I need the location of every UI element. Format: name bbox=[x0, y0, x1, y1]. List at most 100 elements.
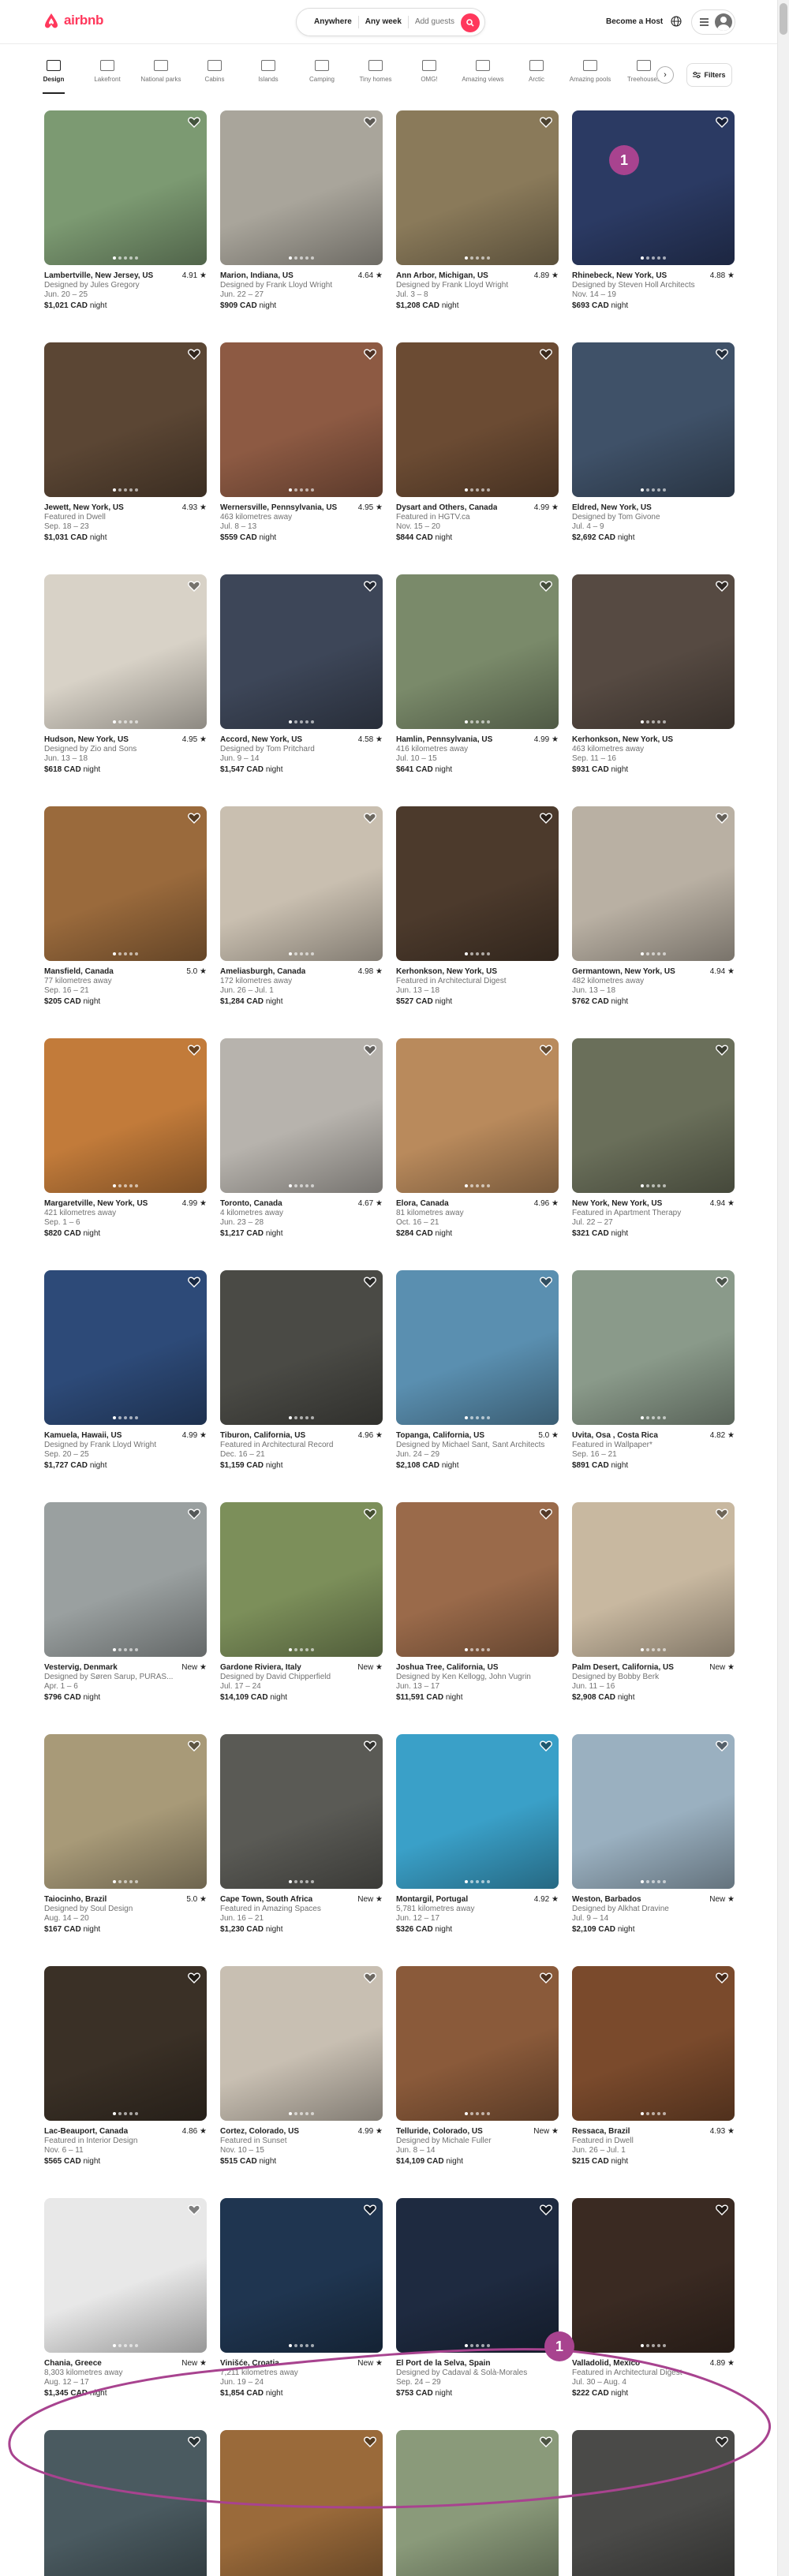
listing-photo[interactable] bbox=[572, 1270, 735, 1425]
photo-pagination-dots[interactable] bbox=[396, 952, 559, 955]
heart-icon[interactable] bbox=[540, 1509, 552, 1520]
listing-photo[interactable] bbox=[572, 1966, 735, 2121]
photo-pagination-dots[interactable] bbox=[396, 1416, 559, 1419]
photo-pagination-dots[interactable] bbox=[44, 1416, 207, 1419]
listing-photo[interactable] bbox=[572, 1038, 735, 1193]
photo-pagination-dots[interactable] bbox=[220, 1416, 383, 1419]
listing-photo[interactable] bbox=[396, 2430, 559, 2576]
photo-pagination-dots[interactable] bbox=[220, 2112, 383, 2115]
search-anywhere[interactable]: Anywhere bbox=[308, 16, 359, 28]
listing-photo[interactable] bbox=[44, 110, 207, 265]
listing-photo[interactable] bbox=[572, 1734, 735, 1889]
heart-icon[interactable] bbox=[716, 1045, 728, 1056]
listing-photo[interactable] bbox=[44, 2198, 207, 2353]
photo-pagination-dots[interactable] bbox=[44, 1880, 207, 1883]
become-host-link[interactable]: Become a Host bbox=[606, 17, 663, 26]
photo-pagination-dots[interactable] bbox=[572, 2344, 735, 2347]
heart-icon[interactable] bbox=[364, 581, 376, 592]
heart-icon[interactable] bbox=[188, 1972, 200, 1983]
search-button[interactable] bbox=[461, 13, 480, 32]
heart-icon[interactable] bbox=[188, 349, 200, 360]
search-bar[interactable]: Anywhere Any week Add guests bbox=[296, 8, 485, 36]
listing-photo[interactable] bbox=[396, 1038, 559, 1193]
listing-photo[interactable] bbox=[44, 2430, 207, 2576]
photo-pagination-dots[interactable] bbox=[44, 720, 207, 723]
photo-pagination-dots[interactable] bbox=[44, 488, 207, 492]
photo-pagination-dots[interactable] bbox=[220, 952, 383, 955]
heart-icon[interactable] bbox=[364, 1740, 376, 1752]
photo-pagination-dots[interactable] bbox=[44, 1184, 207, 1187]
listing-photo[interactable] bbox=[44, 1270, 207, 1425]
heart-icon[interactable] bbox=[540, 1045, 552, 1056]
heart-icon[interactable] bbox=[540, 581, 552, 592]
photo-pagination-dots[interactable] bbox=[220, 720, 383, 723]
photo-pagination-dots[interactable] bbox=[572, 1648, 735, 1651]
photo-pagination-dots[interactable] bbox=[396, 1648, 559, 1651]
listing-photo[interactable] bbox=[572, 342, 735, 497]
listing-photo[interactable] bbox=[44, 1502, 207, 1657]
listing-photo[interactable] bbox=[220, 1734, 383, 1889]
listing-photo[interactable] bbox=[220, 1502, 383, 1657]
heart-icon[interactable] bbox=[364, 1509, 376, 1520]
listing-photo[interactable] bbox=[396, 1270, 559, 1425]
heart-icon[interactable] bbox=[540, 1740, 552, 1752]
page-scrollbar[interactable] bbox=[777, 0, 789, 2576]
listing-photo[interactable] bbox=[572, 806, 735, 961]
photo-pagination-dots[interactable] bbox=[396, 2344, 559, 2347]
listing-photo[interactable] bbox=[220, 2430, 383, 2576]
heart-icon[interactable] bbox=[540, 349, 552, 360]
photo-pagination-dots[interactable] bbox=[220, 1880, 383, 1883]
category-amazing-views[interactable]: Amazing views bbox=[459, 60, 507, 83]
listing-photo[interactable] bbox=[396, 806, 559, 961]
heart-icon[interactable] bbox=[716, 1277, 728, 1288]
photo-pagination-dots[interactable] bbox=[396, 2112, 559, 2115]
heart-icon[interactable] bbox=[540, 2204, 552, 2215]
photo-pagination-dots[interactable] bbox=[220, 1648, 383, 1651]
listing-photo[interactable] bbox=[572, 574, 735, 729]
listing-photo[interactable] bbox=[396, 342, 559, 497]
listing-photo[interactable] bbox=[44, 1038, 207, 1193]
filters-button[interactable]: Filters bbox=[686, 63, 732, 87]
user-menu-button[interactable] bbox=[691, 9, 735, 35]
heart-icon[interactable] bbox=[364, 1972, 376, 1983]
photo-pagination-dots[interactable] bbox=[572, 952, 735, 955]
category-tiny-homes[interactable]: Tiny homes bbox=[352, 60, 399, 83]
globe-icon[interactable] bbox=[671, 16, 682, 27]
photo-pagination-dots[interactable] bbox=[396, 720, 559, 723]
heart-icon[interactable] bbox=[188, 117, 200, 128]
heart-icon[interactable] bbox=[188, 813, 200, 824]
search-add-guests[interactable]: Add guests bbox=[409, 16, 461, 28]
photo-pagination-dots[interactable] bbox=[44, 1648, 207, 1651]
heart-icon[interactable] bbox=[716, 2436, 728, 2447]
heart-icon[interactable] bbox=[540, 813, 552, 824]
heart-icon[interactable] bbox=[188, 1509, 200, 1520]
photo-pagination-dots[interactable] bbox=[572, 1416, 735, 1419]
heart-icon[interactable] bbox=[716, 349, 728, 360]
photo-pagination-dots[interactable] bbox=[44, 256, 207, 260]
listing-photo[interactable] bbox=[572, 1502, 735, 1657]
heart-icon[interactable] bbox=[364, 1277, 376, 1288]
heart-icon[interactable] bbox=[188, 1045, 200, 1056]
photo-pagination-dots[interactable] bbox=[572, 2112, 735, 2115]
photo-pagination-dots[interactable] bbox=[220, 488, 383, 492]
photo-pagination-dots[interactable] bbox=[220, 1184, 383, 1187]
photo-pagination-dots[interactable] bbox=[572, 256, 735, 260]
listing-photo[interactable] bbox=[396, 110, 559, 265]
heart-icon[interactable] bbox=[364, 813, 376, 824]
photo-pagination-dots[interactable] bbox=[572, 1184, 735, 1187]
photo-pagination-dots[interactable] bbox=[572, 720, 735, 723]
listing-photo[interactable] bbox=[396, 574, 559, 729]
listing-photo[interactable] bbox=[44, 806, 207, 961]
heart-icon[interactable] bbox=[188, 2204, 200, 2215]
heart-icon[interactable] bbox=[540, 117, 552, 128]
photo-pagination-dots[interactable] bbox=[396, 256, 559, 260]
heart-icon[interactable] bbox=[188, 2436, 200, 2447]
listing-photo[interactable] bbox=[220, 110, 383, 265]
photo-pagination-dots[interactable] bbox=[220, 2344, 383, 2347]
listing-photo[interactable] bbox=[396, 1734, 559, 1889]
heart-icon[interactable] bbox=[716, 1509, 728, 1520]
scrollbar-thumb[interactable] bbox=[780, 3, 787, 35]
category-omg[interactable]: OMG! bbox=[406, 60, 453, 83]
listing-photo[interactable] bbox=[44, 574, 207, 729]
photo-pagination-dots[interactable] bbox=[44, 952, 207, 955]
